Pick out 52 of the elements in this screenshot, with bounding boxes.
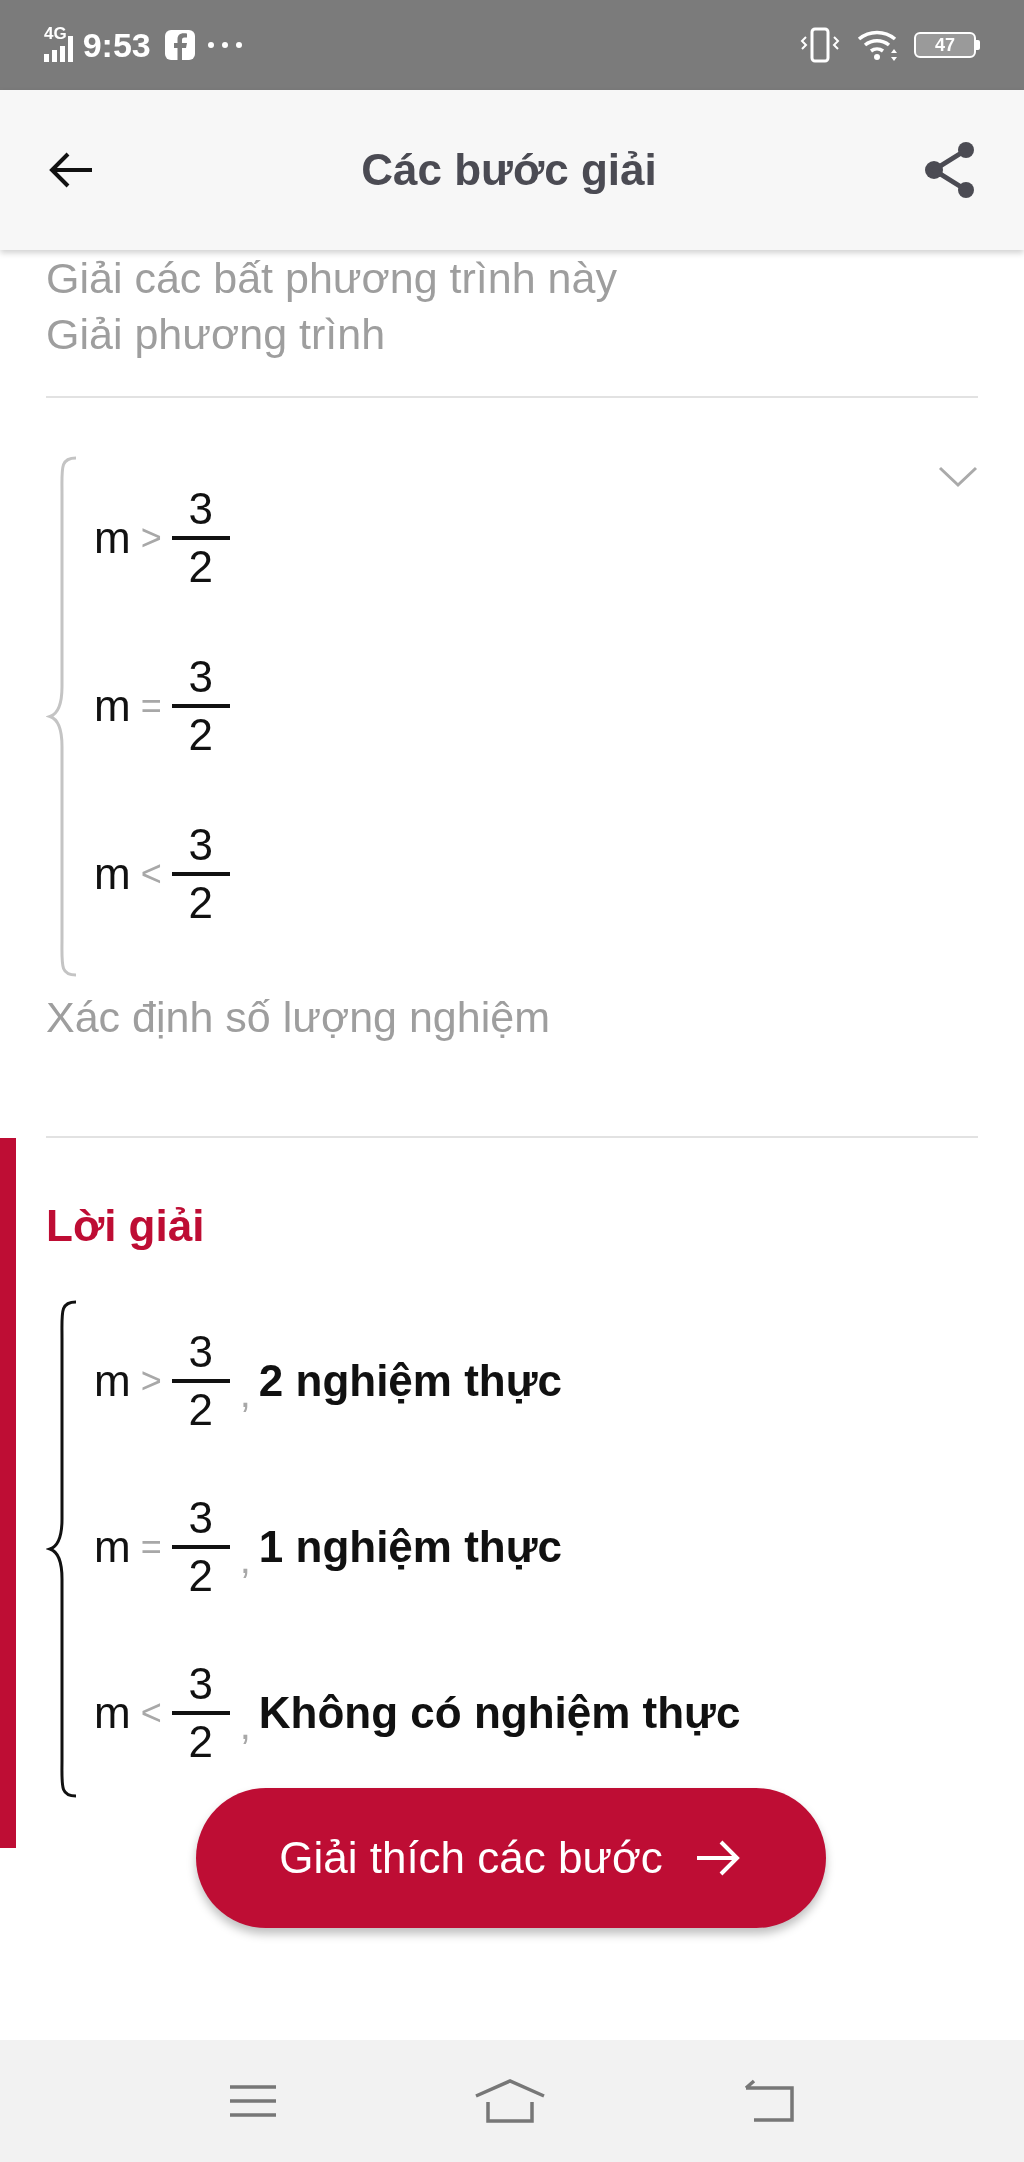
fraction-denominator: 2	[188, 1716, 213, 1768]
variable: m	[94, 1521, 131, 1573]
comma: ,	[239, 1370, 251, 1417]
relation-sign: <	[140, 852, 162, 896]
facebook-icon	[164, 30, 195, 60]
step-description: Giải các bất phương trình này	[46, 253, 618, 304]
solution-heading: Lời giải	[46, 1200, 206, 1252]
home-icon[interactable]	[474, 2078, 546, 2124]
battery-indicator: 47	[914, 32, 976, 58]
fraction-bar	[171, 704, 230, 708]
step-description: Giải phương trình	[46, 309, 387, 360]
chevron-down-icon[interactable]	[938, 466, 978, 488]
variable: m	[94, 1355, 131, 1407]
comma: ,	[239, 1702, 251, 1749]
relation-sign: <	[140, 1691, 162, 1735]
fraction-denominator: 2	[188, 1384, 213, 1436]
back-icon[interactable]	[742, 2078, 796, 2124]
fraction-bar	[171, 536, 230, 540]
step-caption: Xác định số lượng nghiệm	[45, 992, 551, 1043]
result-text: 1 nghiệm thực	[258, 1521, 563, 1573]
fraction-denominator: 2	[188, 1550, 213, 1602]
result-text: 2 nghiệm thực	[258, 1355, 563, 1407]
explain-steps-button[interactable]: Giải thích các bước	[196, 1788, 826, 1928]
network-label: 4G	[44, 23, 67, 46]
variable: m	[94, 1687, 131, 1739]
result-text: Không có nghiệm thực	[258, 1687, 741, 1739]
relation-sign: >	[140, 1359, 162, 1403]
screen-title: Các bước giải	[361, 144, 657, 196]
fraction-numerator: 3	[188, 819, 213, 871]
relation-sign: >	[140, 516, 162, 560]
fraction-denominator: 2	[188, 877, 213, 929]
vibrate-icon	[800, 27, 840, 63]
comma: ,	[239, 1536, 251, 1583]
fraction-numerator: 3	[188, 1492, 213, 1544]
clock: 9:53	[82, 24, 151, 66]
fraction-bar	[171, 872, 230, 876]
relation-sign: =	[140, 1525, 162, 1569]
fraction-bar	[171, 1379, 230, 1383]
variable: m	[94, 848, 131, 900]
fraction-denominator: 2	[188, 709, 213, 761]
fraction-numerator: 3	[188, 1658, 213, 1710]
fraction-numerator: 3	[188, 483, 213, 535]
variable: m	[94, 512, 131, 564]
fraction-bar	[171, 1545, 230, 1549]
wifi-icon	[856, 29, 900, 61]
variable: m	[94, 680, 131, 732]
fraction-bar	[171, 1711, 230, 1715]
more-icon	[206, 41, 243, 49]
relation-sign: =	[140, 684, 162, 728]
fraction-denominator: 2	[188, 541, 213, 593]
fraction-numerator: 3	[188, 1326, 213, 1378]
fraction-numerator: 3	[188, 651, 213, 703]
